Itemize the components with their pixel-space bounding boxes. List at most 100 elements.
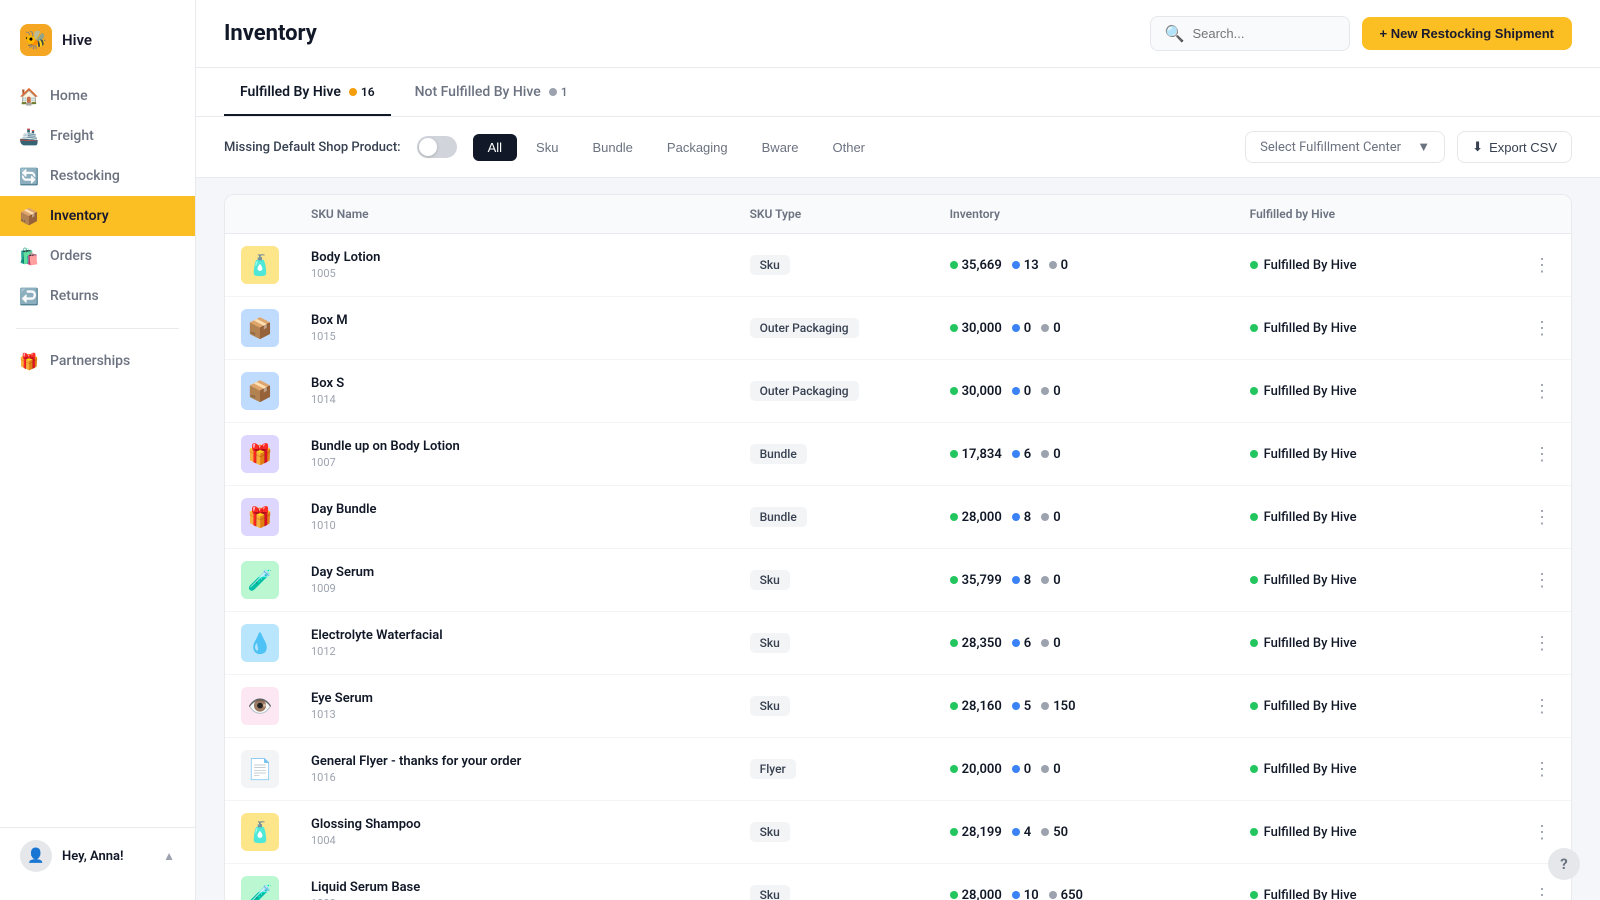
more-options-button[interactable]: ⋮ — [1529, 755, 1555, 784]
table-row[interactable]: 📄 General Flyer - thanks for your order … — [225, 738, 1571, 801]
inv-blue-item: 10 — [1012, 888, 1039, 900]
product-name: Liquid Serum Base — [311, 880, 420, 895]
tab-badge-dot — [349, 88, 357, 96]
table-row[interactable]: 🧪 Day Serum 1009 Sku 35,799 8 — [225, 549, 1571, 612]
sidebar-item-restocking[interactable]: 🔄Restocking — [0, 156, 195, 196]
freight-icon: 🚢 — [20, 127, 38, 145]
product-thumbnail: 🧪 — [241, 876, 279, 900]
col-inventory: Inventory — [934, 195, 1234, 234]
fulfilled-green-dot — [1250, 387, 1258, 395]
download-icon: ⬇ — [1472, 139, 1483, 155]
more-options-button[interactable]: ⋮ — [1529, 503, 1555, 532]
table-row[interactable]: 🧪 Liquid Serum Base 1008 Sku 28,000 — [225, 864, 1571, 900]
inventory-values: 35,669 13 0 — [950, 258, 1218, 273]
fulfilled-cell: Fulfilled By Hive ⋮ — [1234, 486, 1571, 549]
page-header: Inventory 🔍 + New Restocking Shipment — [196, 0, 1600, 68]
inventory-cell: 30,000 0 0 — [934, 360, 1234, 423]
table-row[interactable]: 📦 Box S 1014 Outer Packaging 30,000 — [225, 360, 1571, 423]
product-sku: 1007 — [311, 456, 460, 469]
help-button[interactable]: ? — [1548, 848, 1580, 880]
inv-green-item: 30,000 — [950, 321, 1002, 336]
table-row[interactable]: 🧴 Glossing Shampoo 1004 Sku 28,199 — [225, 801, 1571, 864]
inv-green-item: 35,669 — [950, 258, 1002, 273]
nav-label: Freight — [50, 128, 94, 144]
product-name: Bundle up on Body Lotion — [311, 439, 460, 454]
nav-label: Inventory — [50, 208, 109, 224]
fulfilled-label: Fulfilled By Hive — [1264, 888, 1357, 900]
product-info: Box M 1015 — [311, 313, 718, 343]
product-thumbnail-cell: 🧪 — [225, 549, 295, 612]
fulfilled-cell: Fulfilled By Hive ⋮ — [1234, 612, 1571, 675]
more-options-button[interactable]: ⋮ — [1529, 818, 1555, 847]
sidebar-item-freight[interactable]: 🚢 Freight — [0, 116, 195, 156]
inv-gray-item: 0 — [1041, 384, 1060, 399]
table-row[interactable]: 📦 Box M 1015 Outer Packaging 30,000 — [225, 297, 1571, 360]
table-row[interactable]: 🎁 Bundle up on Body Lotion 1007 Bundle 1… — [225, 423, 1571, 486]
sidebar-item-home[interactable]: 🏠Home — [0, 76, 195, 116]
more-options-button[interactable]: ⋮ — [1529, 314, 1555, 343]
more-options-button[interactable]: ⋮ — [1529, 377, 1555, 406]
new-restocking-button[interactable]: + New Restocking Shipment — [1362, 17, 1572, 50]
fulfilled-label: Fulfilled By Hive — [1264, 258, 1357, 273]
inventory-cell: 30,000 0 0 — [934, 297, 1234, 360]
type-filter-bware[interactable]: Bware — [747, 134, 814, 161]
table-row[interactable]: 🧴 Body Lotion 1005 Sku 35,669 13 — [225, 234, 1571, 297]
fulfilled-green-dot — [1250, 576, 1258, 584]
type-filter-packaging[interactable]: Packaging — [652, 134, 743, 161]
blue-dot — [1012, 324, 1020, 332]
type-filter-other[interactable]: Other — [818, 134, 881, 161]
type-filter-all[interactable]: All — [473, 134, 517, 161]
inv-green-item: 17,834 — [950, 447, 1002, 462]
product-details: Liquid Serum Base 1008 — [311, 880, 420, 900]
table-row[interactable]: 💧 Electrolyte Waterfacial 1012 Sku 28,35… — [225, 612, 1571, 675]
product-thumbnail: 🎁 — [241, 498, 279, 536]
tab-not-fulfilled[interactable]: Not Fulfilled By Hive1 — [399, 68, 584, 116]
product-details: Bundle up on Body Lotion 1007 — [311, 439, 460, 469]
product-name-cell: Electrolyte Waterfacial 1012 — [295, 612, 734, 675]
missing-toggle[interactable] — [417, 136, 457, 158]
fulfilled-cell: Fulfilled By Hive ⋮ — [1234, 738, 1571, 801]
more-options-button[interactable]: ⋮ — [1529, 629, 1555, 658]
blue-dot — [1012, 261, 1020, 269]
tab-count: 16 — [361, 85, 375, 99]
more-options-button[interactable]: ⋮ — [1529, 881, 1555, 900]
export-csv-button[interactable]: ⬇ Export CSV — [1457, 131, 1572, 163]
fulfilled-green-dot — [1250, 513, 1258, 521]
more-options-button[interactable]: ⋮ — [1529, 440, 1555, 469]
sidebar-item-inventory[interactable]: 📦Inventory — [0, 196, 195, 236]
user-profile[interactable]: 👤 Hey, Anna! ▲ — [0, 827, 195, 884]
type-filter-bundle[interactable]: Bundle — [577, 134, 647, 161]
search-box[interactable]: 🔍 — [1150, 16, 1350, 51]
inv-blue-item: 5 — [1012, 699, 1031, 714]
fulfillment-select[interactable]: Select Fulfillment Center ▼ — [1245, 131, 1445, 163]
sidebar-item-partnerships[interactable]: 🎁Partnerships — [0, 341, 195, 381]
product-thumbnail: 📦 — [241, 372, 279, 410]
inventory-cell: 28,350 6 0 — [934, 612, 1234, 675]
inv-green-val: 28,000 — [962, 510, 1002, 525]
inv-blue-val: 0 — [1024, 762, 1031, 777]
table-row[interactable]: 👁️ Eye Serum 1013 Sku 28,160 5 — [225, 675, 1571, 738]
tab-fulfilled[interactable]: Fulfilled By Hive16 — [224, 68, 391, 116]
inv-blue-val: 4 — [1024, 825, 1031, 840]
more-options-button[interactable]: ⋮ — [1529, 251, 1555, 280]
product-sku: 1004 — [311, 834, 421, 847]
more-options-button[interactable]: ⋮ — [1529, 692, 1555, 721]
product-info: Electrolyte Waterfacial 1012 — [311, 628, 718, 658]
table-row[interactable]: 🎁 Day Bundle 1010 Bundle 28,000 8 — [225, 486, 1571, 549]
type-filter-sku[interactable]: Sku — [521, 134, 573, 161]
returns-icon: ↩️ — [20, 287, 38, 305]
search-input[interactable] — [1192, 26, 1334, 41]
green-dot — [950, 828, 958, 836]
inventory-values: 28,000 8 0 — [950, 510, 1218, 525]
nav-label: Home — [50, 88, 88, 104]
sidebar-item-returns[interactable]: ↩️Returns — [0, 276, 195, 316]
sidebar-item-orders[interactable]: 🛍️Orders — [0, 236, 195, 276]
fulfilled-badge: Fulfilled By Hive — [1250, 573, 1357, 588]
fulfilled-badge: Fulfilled By Hive — [1250, 258, 1357, 273]
more-options-button[interactable]: ⋮ — [1529, 566, 1555, 595]
fulfilled-info: Fulfilled By Hive ⋮ — [1250, 818, 1555, 847]
search-icon: 🔍 — [1165, 24, 1185, 43]
blue-dot — [1012, 450, 1020, 458]
fulfilled-green-dot — [1250, 324, 1258, 332]
product-name-cell: Box S 1014 — [295, 360, 734, 423]
